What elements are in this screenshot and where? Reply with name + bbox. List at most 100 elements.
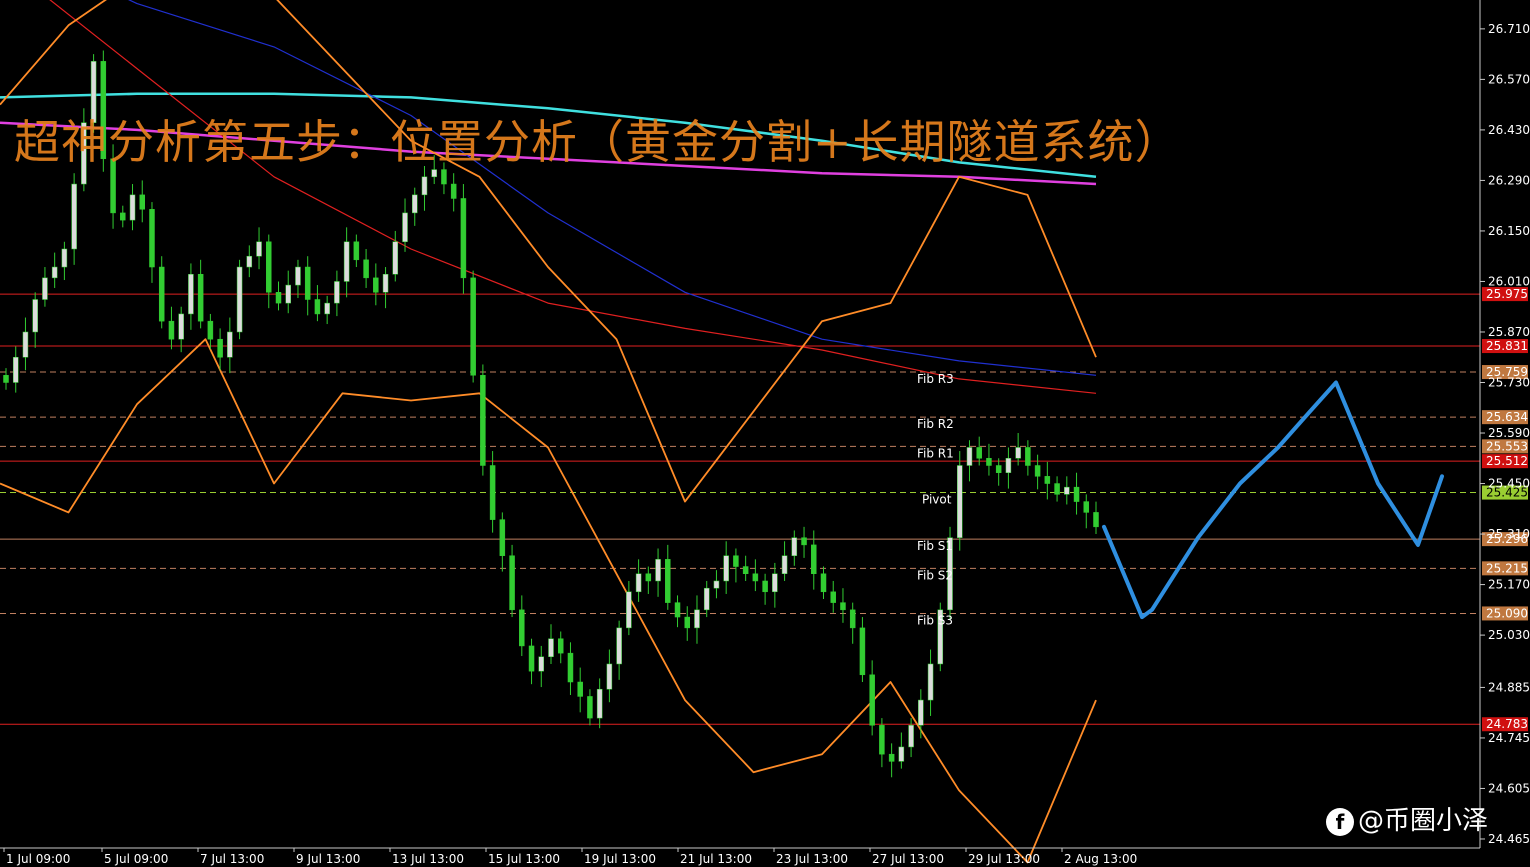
time-tick-label: 19 Jul 13:00 [584, 852, 656, 866]
price-tick-label: 26.290 [1488, 173, 1530, 187]
candle-body [538, 656, 545, 672]
candle-body [509, 555, 515, 611]
candle-body [927, 663, 934, 701]
candle-body [752, 573, 759, 582]
candle-body [499, 519, 506, 556]
price-tick-label: 26.430 [1488, 123, 1530, 137]
price-tick-label: 26.570 [1488, 72, 1530, 86]
level-price-label: 25.975 [1486, 287, 1528, 301]
candle-body [71, 183, 77, 250]
candle-body [528, 645, 535, 672]
time-tick-label: 27 Jul 13:00 [872, 852, 944, 866]
candle-body [908, 725, 914, 748]
candle-body [762, 580, 768, 593]
candle-body [139, 194, 145, 210]
candle-body [733, 555, 739, 567]
candle-body [713, 580, 720, 589]
price-tick-label: 25.870 [1488, 325, 1530, 339]
candle-body [363, 259, 369, 279]
candle-body [450, 183, 457, 199]
candle-body [158, 266, 165, 322]
candle-body [567, 652, 574, 683]
time-tick-label: 23 Jul 13:00 [776, 852, 848, 866]
candle-body [32, 299, 38, 333]
candle-body [840, 602, 846, 611]
candle-body [976, 447, 982, 459]
candle-body [207, 320, 214, 340]
candle-body [304, 266, 311, 300]
candle-body [879, 725, 885, 755]
candle-body [1005, 458, 1012, 473]
watermark-text: @币圈小泽 [1358, 806, 1489, 836]
candle-body [694, 609, 700, 629]
candle-body [957, 465, 963, 538]
fib-label: Fib R2 [917, 417, 954, 431]
candle-body [616, 627, 622, 665]
projection-path [1102, 380, 1444, 620]
candle-body [587, 696, 593, 719]
fib-label: Fib S3 [917, 613, 953, 627]
candle-body [577, 681, 583, 697]
fib-label: Fib R3 [917, 372, 954, 386]
candle-body [324, 302, 330, 315]
price-tick-label: 25.590 [1488, 426, 1530, 440]
candle-body [392, 241, 399, 275]
candle-body [12, 356, 19, 383]
candle-body [382, 273, 389, 293]
candle-body [772, 573, 778, 593]
candle-body [820, 573, 827, 593]
candle-body [314, 299, 321, 315]
candle-body [120, 212, 126, 221]
candle-body [227, 331, 233, 358]
watermark-logo-icon: f [1326, 807, 1354, 836]
candle-body [256, 241, 262, 257]
candle-body [421, 176, 428, 196]
candle-body [217, 338, 223, 358]
candle-body [295, 266, 301, 286]
candle-body [801, 537, 807, 546]
candle-body [548, 638, 554, 657]
candle-body [888, 753, 895, 762]
candle-body [1025, 447, 1031, 466]
candle-body [22, 331, 29, 358]
candle-body [168, 320, 175, 340]
price-tick-label: 25.730 [1488, 376, 1530, 390]
candle-body [285, 284, 291, 304]
price-tick-label: 25.310 [1488, 527, 1530, 541]
candle-body [489, 465, 496, 520]
candle-body [149, 209, 155, 268]
chart-title: 超神分析第五步：位置分析（黄金分割+长期隧道系统） [14, 115, 1182, 169]
candle-body [460, 198, 467, 279]
candle-body [51, 266, 58, 279]
candle-body [42, 277, 48, 300]
price-tick-label: 24.745 [1488, 731, 1530, 745]
time-tick-label: 21 Jul 13:00 [680, 852, 752, 866]
candle-body [266, 241, 272, 293]
level-price-label: 25.553 [1486, 439, 1528, 453]
candle-body [343, 241, 350, 282]
time-tick-label: 5 Jul 09:00 [104, 852, 168, 866]
candle-body [353, 241, 360, 261]
candle-body [1083, 501, 1090, 513]
level-price-label: 25.090 [1486, 606, 1528, 620]
candle-body [859, 627, 866, 676]
candle-body [1093, 512, 1099, 528]
candle-body [645, 573, 652, 582]
candle-body [470, 277, 476, 376]
time-tick-label: 13 Jul 13:00 [392, 852, 464, 866]
candle-body [1044, 476, 1051, 484]
candle-body [188, 273, 194, 315]
candle-body [849, 609, 856, 629]
candle-body [665, 559, 671, 603]
fib-label: Pivot [922, 493, 952, 507]
time-axis: 1 Jul 09:00 5 Jul 09:00 7 Jul 13:00 9 Jul 1… [3, 848, 1137, 866]
candle-body [178, 313, 184, 340]
candle-body [596, 688, 603, 719]
candle-body [635, 573, 642, 593]
candle-body [3, 375, 9, 383]
level-price-label: 25.512 [1486, 454, 1528, 468]
candle-body [1015, 447, 1021, 459]
price-tick-label: 24.885 [1488, 680, 1530, 694]
candle-body [626, 591, 632, 629]
candle-body [684, 616, 690, 629]
